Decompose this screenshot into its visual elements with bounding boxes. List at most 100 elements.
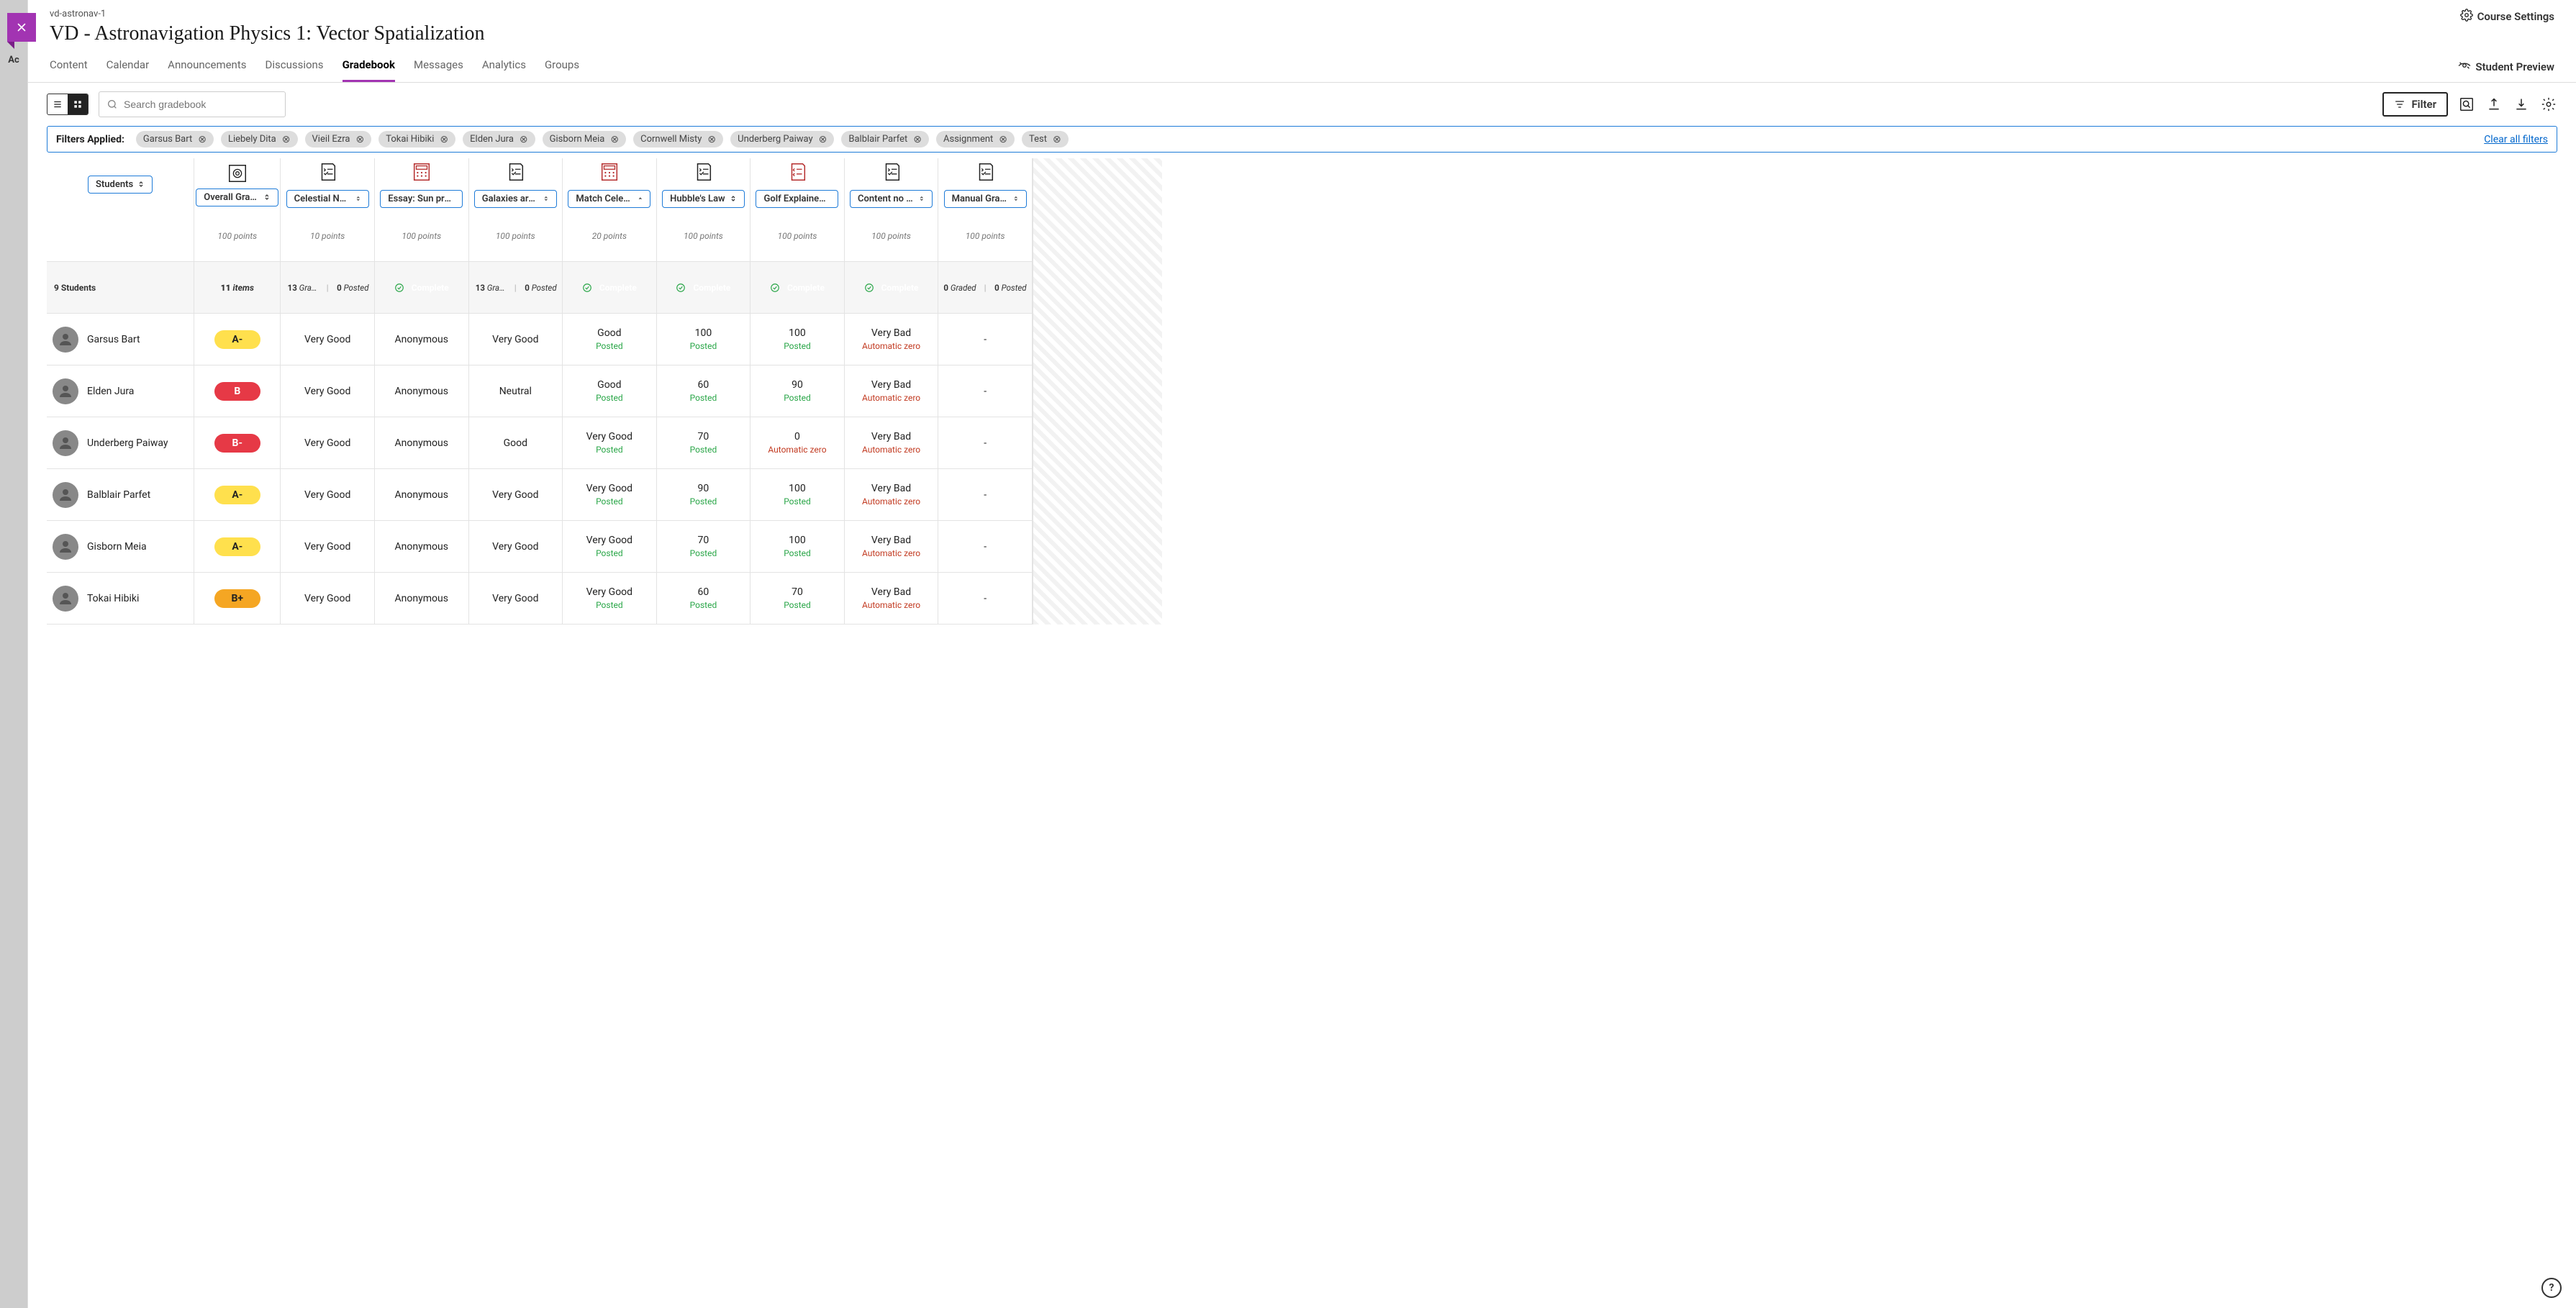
filter-chip[interactable]: Garsus Bart⊗ — [136, 131, 214, 147]
grade-cell[interactable]: Anonymous — [375, 314, 469, 365]
grade-cell[interactable]: Anonymous — [375, 521, 469, 573]
table-row[interactable]: Gisborn MeiaA-Very GoodAnonymousVery Goo… — [47, 521, 1033, 573]
grade-cell[interactable]: Very BadAutomatic zero — [845, 521, 939, 573]
grade-cell[interactable]: Very Good — [281, 365, 375, 417]
grade-cell[interactable]: Anonymous — [375, 417, 469, 469]
grade-cell[interactable]: Very GoodPosted — [563, 573, 657, 625]
grade-cell[interactable]: Neutral — [469, 365, 563, 417]
remove-chip-icon[interactable]: ⊗ — [999, 135, 1007, 145]
remove-chip-icon[interactable]: ⊗ — [913, 135, 922, 145]
grade-cell[interactable]: Very BadAutomatic zero — [845, 573, 939, 625]
remove-chip-icon[interactable]: ⊗ — [520, 135, 528, 145]
search-input[interactable] — [124, 99, 278, 110]
grade-cell[interactable]: - — [938, 469, 1033, 521]
grade-cell[interactable]: 100Posted — [750, 521, 845, 573]
column-header[interactable]: Match Celestial … — [568, 190, 650, 208]
grade-cell[interactable]: GoodPosted — [563, 365, 657, 417]
overall-grade-pill[interactable]: B — [214, 382, 260, 401]
grade-cell[interactable]: 60Posted — [657, 365, 751, 417]
table-row[interactable]: Underberg PaiwayB-Very GoodAnonymousGood… — [47, 417, 1033, 469]
tab-calendar[interactable]: Calendar — [106, 51, 150, 82]
grade-cell[interactable]: 100Posted — [657, 314, 751, 365]
grade-cell[interactable]: Very BadAutomatic zero — [845, 469, 939, 521]
filter-chip[interactable]: Cornwell Misty⊗ — [633, 131, 723, 147]
filter-chip[interactable]: Assignment⊗ — [936, 131, 1015, 147]
overall-grade-pill[interactable]: A- — [214, 330, 260, 349]
grade-cell[interactable]: 0Automatic zero — [750, 417, 845, 469]
grade-cell[interactable]: Very Good — [469, 469, 563, 521]
search-field[interactable] — [99, 91, 286, 117]
remove-chip-icon[interactable]: ⊗ — [440, 135, 448, 145]
student-cell[interactable]: Tokai Hibiki — [47, 586, 194, 612]
grade-cell[interactable]: Very GoodPosted — [563, 521, 657, 573]
overall-grade-pill[interactable]: B+ — [214, 589, 260, 608]
student-cell[interactable]: Elden Jura — [47, 378, 194, 404]
grade-cell[interactable]: Very GoodPosted — [563, 469, 657, 521]
grade-cell[interactable]: - — [938, 521, 1033, 573]
grade-cell[interactable]: Anonymous — [375, 573, 469, 625]
grade-cell[interactable]: 90Posted — [750, 365, 845, 417]
overall-grade-header[interactable]: Overall Grade — [196, 189, 278, 206]
grade-cell[interactable]: 70Posted — [657, 521, 751, 573]
tab-analytics[interactable]: Analytics — [482, 51, 526, 82]
column-header[interactable]: Hubble's Law — [662, 190, 744, 208]
grade-cell[interactable]: Anonymous — [375, 365, 469, 417]
student-cell[interactable]: Garsus Bart — [47, 327, 194, 353]
tab-content[interactable]: Content — [50, 51, 88, 82]
grid-settings-button[interactable] — [2540, 96, 2557, 113]
remove-chip-icon[interactable]: ⊗ — [198, 135, 207, 145]
filter-chip[interactable]: Test⊗ — [1022, 131, 1069, 147]
remove-chip-icon[interactable]: ⊗ — [610, 135, 619, 145]
overall-grade-pill[interactable]: A- — [214, 486, 260, 504]
remove-chip-icon[interactable]: ⊗ — [707, 135, 716, 145]
grid-view-button[interactable] — [68, 94, 88, 114]
grade-cell[interactable]: Very BadAutomatic zero — [845, 314, 939, 365]
column-header[interactable]: Content no in Gr… — [850, 190, 933, 208]
grade-cell[interactable]: Very BadAutomatic zero — [845, 417, 939, 469]
column-header[interactable]: Galaxies around… — [474, 190, 557, 208]
column-header[interactable]: Golf Explained - Ru… — [756, 190, 838, 208]
grade-cell[interactable]: Anonymous — [375, 469, 469, 521]
grade-cell[interactable]: Very Good — [281, 469, 375, 521]
grade-cell[interactable]: 90Posted — [657, 469, 751, 521]
grade-cell[interactable]: Good — [469, 417, 563, 469]
remove-chip-icon[interactable]: ⊗ — [282, 135, 291, 145]
table-row[interactable]: Balblair ParfetA-Very GoodAnonymousVery … — [47, 469, 1033, 521]
grade-cell[interactable]: - — [938, 314, 1033, 365]
tab-messages[interactable]: Messages — [414, 51, 463, 82]
grade-cell[interactable]: Very Good — [469, 314, 563, 365]
overall-grade-pill[interactable]: A- — [214, 537, 260, 556]
search-in-grid-button[interactable] — [2458, 96, 2475, 113]
grade-cell[interactable]: 100Posted — [750, 469, 845, 521]
filter-chip[interactable]: Liebely Dita⊗ — [221, 131, 298, 147]
grade-cell[interactable]: Very BadAutomatic zero — [845, 365, 939, 417]
list-view-button[interactable] — [47, 94, 68, 114]
grade-cell[interactable]: Very Good — [469, 573, 563, 625]
grade-cell[interactable]: 100Posted — [750, 314, 845, 365]
remove-chip-icon[interactable]: ⊗ — [1053, 135, 1061, 145]
grade-cell[interactable]: - — [938, 417, 1033, 469]
filter-chip[interactable]: Underberg Paiway⊗ — [730, 131, 834, 147]
remove-chip-icon[interactable]: ⊗ — [819, 135, 827, 145]
grade-cell[interactable]: Very Good — [469, 521, 563, 573]
student-cell[interactable]: Gisborn Meia — [47, 534, 194, 560]
grade-cell[interactable]: Very Good — [281, 417, 375, 469]
grade-cell[interactable]: 70Posted — [657, 417, 751, 469]
grade-cell[interactable]: Very Good — [281, 314, 375, 365]
grade-cell[interactable]: GoodPosted — [563, 314, 657, 365]
column-header[interactable]: Celestial Naviga… — [286, 190, 369, 208]
tab-announcements[interactable]: Announcements — [168, 51, 246, 82]
grade-cell[interactable]: Very GoodPosted — [563, 417, 657, 469]
download-button[interactable] — [2513, 96, 2530, 113]
tab-groups[interactable]: Groups — [545, 51, 579, 82]
remove-chip-icon[interactable]: ⊗ — [355, 135, 364, 145]
filter-chip[interactable]: Vieil Ezra⊗ — [305, 131, 372, 147]
filter-button[interactable]: Filter — [2382, 92, 2448, 117]
filter-chip[interactable]: Tokai Hibiki⊗ — [378, 131, 455, 147]
grade-cell[interactable]: Very Good — [281, 521, 375, 573]
tab-discussions[interactable]: Discussions — [265, 51, 323, 82]
student-preview-button[interactable]: Student Preview — [2458, 59, 2554, 75]
table-row[interactable]: Tokai Hibiki B+ Very GoodAnonymous Very Goo… — [47, 573, 1033, 625]
course-settings-button[interactable]: Course Settings — [2460, 9, 2554, 24]
tab-gradebook[interactable]: Gradebook — [343, 51, 395, 82]
